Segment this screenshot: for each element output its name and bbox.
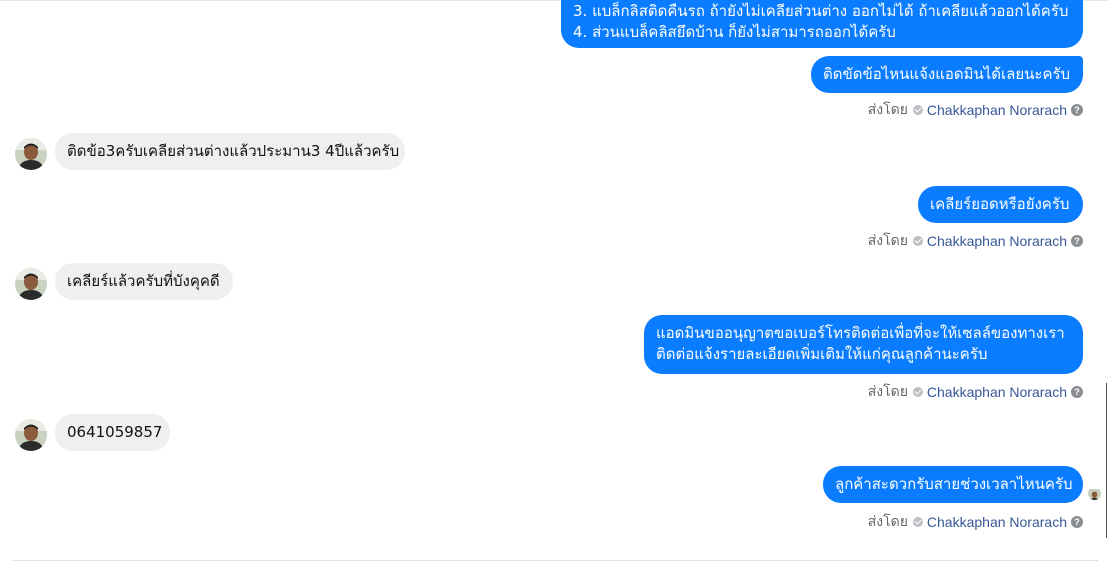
verified-badge-icon [912, 517, 923, 527]
message-line: ติดต่อแจ้งรายละเอียดเพิ่มเติมให้แก่คุณลู… [656, 345, 988, 363]
message-text: เคลียร์ยอดหรือยังครับ [930, 195, 1070, 213]
sent-by-label: ส่งโดย Chakkaphan Norarach ? [868, 230, 1083, 252]
composer-divider [13, 560, 1098, 561]
verified-badge-icon [912, 387, 923, 397]
sender-name-link[interactable]: Chakkaphan Norarach [927, 514, 1067, 530]
outgoing-message[interactable]: แอดมินขออนุญาตขอเบอร์โทรติดต่อเพื่อที่จะ… [644, 315, 1083, 374]
message-line: แอดมินขออนุญาตขอเบอร์โทรติดต่อเพื่อที่จะ… [656, 324, 1065, 342]
sender-name-link[interactable]: Chakkaphan Norarach [927, 233, 1067, 249]
sender-name-link[interactable]: Chakkaphan Norarach [927, 384, 1067, 400]
outgoing-message[interactable]: เคลียร์ยอดหรือยังครับ [918, 186, 1083, 223]
verified-badge-icon [912, 105, 923, 115]
message-line: 4. ส่วนแบล็คลิสยึดบ้าน ก็ยังไม่สามารถออก… [573, 23, 896, 41]
help-circle-icon[interactable]: ? [1071, 104, 1083, 116]
help-circle-icon[interactable]: ? [1071, 516, 1083, 528]
incoming-message[interactable]: เคลียร์แล้วครับที่บังคุคดี [55, 263, 233, 300]
avatar[interactable] [15, 268, 47, 300]
scrollbar[interactable] [1106, 383, 1107, 538]
message-line: 3. แบล็กลิสติดคืนรถ ถ้ายังไม่เคลียส่วนต่… [573, 2, 1069, 20]
incoming-message[interactable]: 0641059857 [55, 414, 170, 451]
sender-name-link[interactable]: Chakkaphan Norarach [927, 102, 1067, 118]
verified-badge-icon [912, 236, 923, 246]
sent-by-prefix: ส่งโดย [867, 232, 908, 248]
avatar[interactable] [15, 419, 47, 451]
outgoing-message[interactable]: 3. แบล็กลิสติดคืนรถ ถ้ายังไม่เคลียส่วนต่… [561, 0, 1083, 48]
message-text: เคลียร์แล้วครับที่บังคุคดี [67, 272, 220, 290]
message-text: ลูกค้าสะดวกรับสายช่วงเวลาไหนครับ [835, 475, 1073, 493]
user-avatar-icon [15, 268, 47, 300]
help-circle-icon[interactable]: ? [1071, 386, 1083, 398]
message-text: ติดขัดข้อไหนแจ้งแอดมินได้เลยนะครับ [823, 65, 1071, 83]
outgoing-message[interactable]: ลูกค้าสะดวกรับสายช่วงเวลาไหนครับ [823, 466, 1083, 503]
message-text: 0641059857 [67, 423, 163, 441]
sent-by-prefix: ส่งโดย [867, 513, 908, 529]
outgoing-message[interactable]: ติดขัดข้อไหนแจ้งแอดมินได้เลยนะครับ [811, 56, 1083, 93]
sent-by-prefix: ส่งโดย [867, 383, 908, 399]
help-circle-icon[interactable]: ? [1071, 235, 1083, 247]
sent-by-label: ส่งโดย Chakkaphan Norarach ? [868, 381, 1083, 403]
user-avatar-icon [15, 419, 47, 451]
seen-avatar-icon [1088, 487, 1101, 500]
sent-by-prefix: ส่งโดย [867, 101, 908, 117]
user-avatar-icon [15, 138, 47, 170]
message-text: ติดข้อ3ครับเคลียส่วนต่างแล้วประมาน3 4ปีแ… [67, 142, 400, 160]
avatar[interactable] [15, 138, 47, 170]
incoming-message[interactable]: ติดข้อ3ครับเคลียส่วนต่างแล้วประมาน3 4ปีแ… [55, 133, 405, 170]
sent-by-label: ส่งโดย Chakkaphan Norarach ? [868, 511, 1083, 533]
sent-by-label: ส่งโดย Chakkaphan Norarach ? [868, 99, 1083, 121]
